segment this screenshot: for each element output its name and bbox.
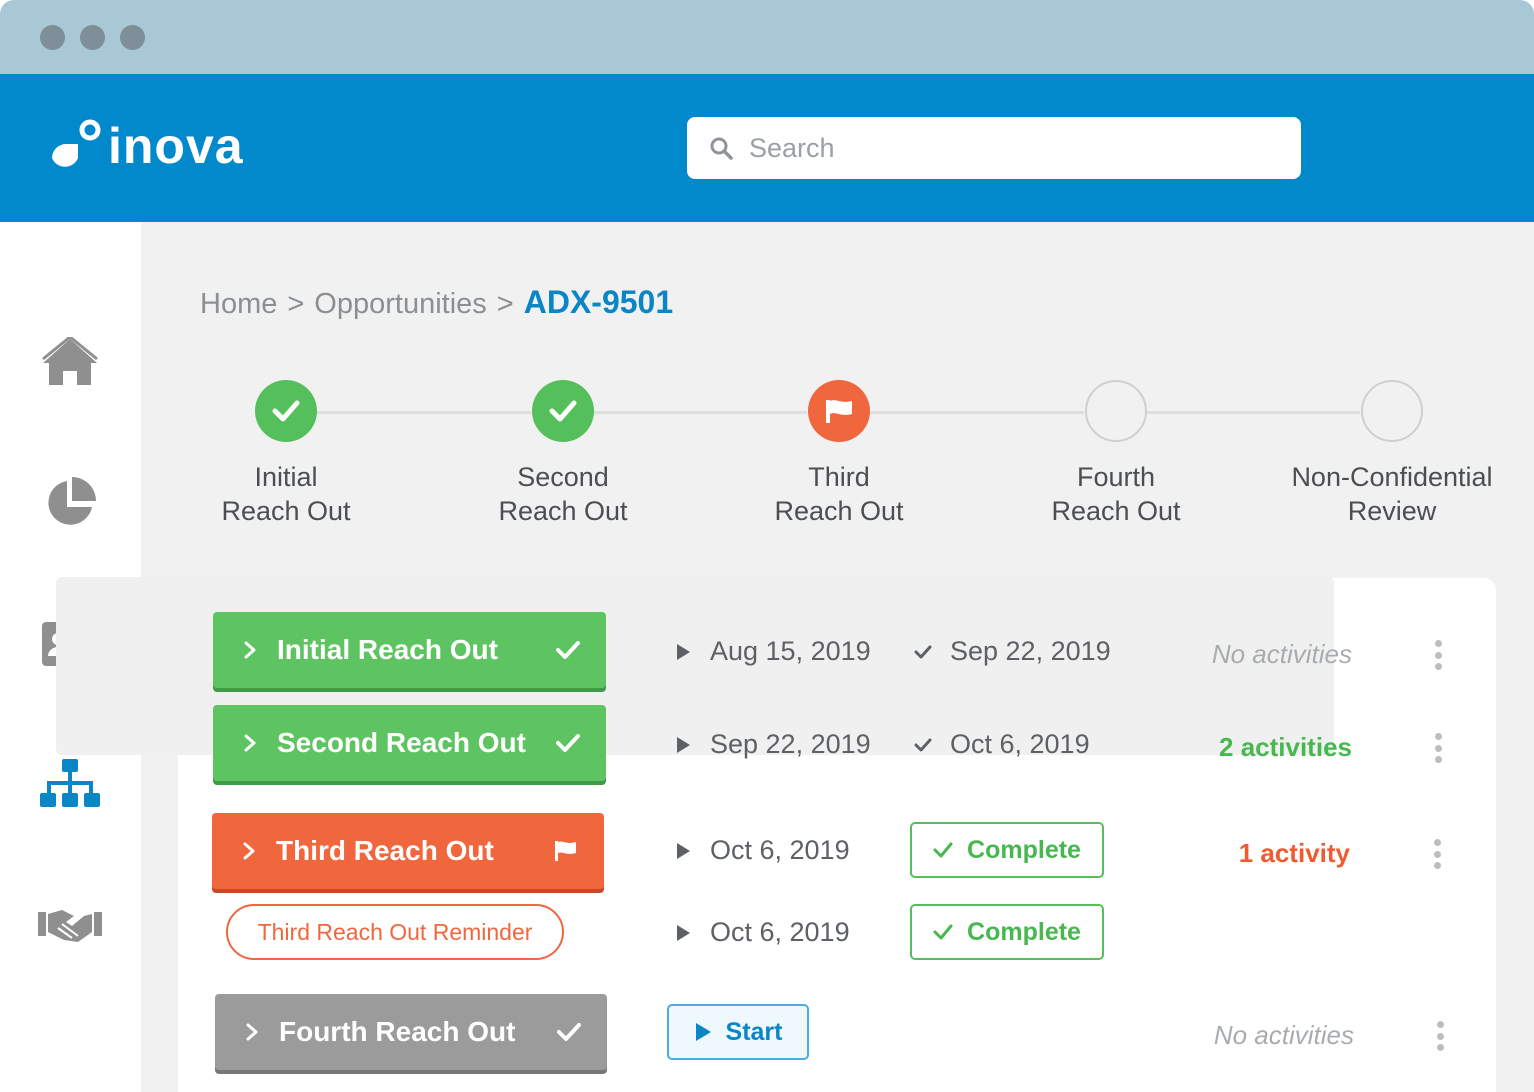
start-date: Aug 15, 2019 xyxy=(672,636,871,667)
start-date: Oct 6, 2019 xyxy=(672,917,850,948)
app-header: inova xyxy=(0,74,1534,222)
window-dot xyxy=(40,25,65,50)
step-label: Non-Confidential Review xyxy=(1291,462,1493,526)
play-icon xyxy=(672,736,694,754)
play-icon xyxy=(672,643,694,661)
step-initial-reach-out[interactable]: Initial Reach Out xyxy=(146,380,426,528)
org-chart-icon xyxy=(40,759,100,807)
activity-count[interactable]: 1 activity xyxy=(1130,838,1350,869)
stage-initial-reach-out-button[interactable]: Initial Reach Out xyxy=(213,612,606,688)
flag-icon xyxy=(826,400,852,423)
check-icon xyxy=(549,400,577,422)
step-label: Fourth Reach Out xyxy=(1051,462,1181,526)
play-icon xyxy=(694,1022,712,1042)
handshake-icon xyxy=(38,910,102,942)
step-status-done xyxy=(255,380,317,442)
activity-count[interactable]: No activities xyxy=(1134,1020,1354,1051)
logo-text: inova xyxy=(108,118,244,174)
more-options-icon[interactable] xyxy=(1428,733,1448,763)
step-status-active xyxy=(808,380,870,442)
window-dot xyxy=(80,25,105,50)
start-date: Sep 22, 2019 xyxy=(672,729,871,760)
step-label: Third Reach Out xyxy=(774,462,904,526)
reminder-pill[interactable]: Third Reach Out Reminder xyxy=(226,904,564,960)
more-options-icon[interactable] xyxy=(1427,839,1447,869)
search-box[interactable] xyxy=(687,117,1301,179)
browser-chrome xyxy=(0,0,1534,74)
end-date: Sep 22, 2019 xyxy=(912,636,1111,667)
check-icon xyxy=(912,738,934,752)
check-icon xyxy=(933,924,953,940)
step-status-pending xyxy=(1361,380,1423,442)
check-icon xyxy=(933,842,953,858)
sidebar-item-organization[interactable] xyxy=(38,756,102,812)
chevron-right-icon xyxy=(245,1022,259,1042)
check-icon xyxy=(556,612,580,688)
search-input[interactable] xyxy=(749,132,1269,164)
stage-label: Second Reach Out xyxy=(277,727,526,758)
step-status-done xyxy=(532,380,594,442)
stage-third-reach-out-button[interactable]: Third Reach Out xyxy=(212,813,604,889)
complete-button[interactable]: Complete xyxy=(910,904,1104,960)
stage-label: Initial Reach Out xyxy=(277,634,498,665)
activity-count[interactable]: 2 activities xyxy=(1132,732,1352,763)
breadcrumb-opportunities[interactable]: Opportunities xyxy=(314,288,487,320)
logo-mark-icon xyxy=(52,119,101,167)
check-icon xyxy=(912,645,934,659)
check-icon xyxy=(557,994,581,1070)
stage-second-reach-out-button[interactable]: Second Reach Out xyxy=(213,705,606,781)
breadcrumb: Home > Opportunities > ADX-9501 xyxy=(200,284,673,321)
start-button[interactable]: Start xyxy=(667,1004,809,1060)
sidebar-item-partners[interactable] xyxy=(38,896,102,952)
end-date: Oct 6, 2019 xyxy=(912,729,1090,760)
check-icon xyxy=(556,705,580,781)
more-options-icon[interactable] xyxy=(1430,1021,1450,1051)
step-status-pending xyxy=(1085,380,1147,442)
start-date: Oct 6, 2019 xyxy=(672,835,850,866)
stage-label: Third Reach Out xyxy=(276,835,494,866)
breadcrumb-separator: > xyxy=(496,288,514,320)
pie-chart-icon xyxy=(48,477,96,525)
step-third-reach-out[interactable]: Third Reach Out xyxy=(699,380,979,528)
home-icon xyxy=(42,337,98,385)
sidebar-item-reports[interactable] xyxy=(38,475,102,531)
flag-icon xyxy=(554,813,578,889)
step-label: Initial Reach Out xyxy=(221,462,351,526)
breadcrumb-home[interactable]: Home xyxy=(200,288,277,320)
window-dot xyxy=(120,25,145,50)
sidebar-item-home[interactable] xyxy=(38,334,102,390)
stage-fourth-reach-out-button[interactable]: Fourth Reach Out xyxy=(215,994,607,1070)
search-icon xyxy=(710,137,733,160)
chevron-right-icon xyxy=(243,733,257,753)
chevron-right-icon xyxy=(242,841,256,861)
step-second-reach-out[interactable]: Second Reach Out xyxy=(423,380,703,528)
stage-label: Fourth Reach Out xyxy=(279,1016,516,1047)
breadcrumb-current: ADX-9501 xyxy=(523,284,674,320)
app-logo[interactable]: inova xyxy=(48,114,244,178)
step-fourth-reach-out[interactable]: Fourth Reach Out xyxy=(976,380,1256,528)
step-non-confidential-review[interactable]: Non-Confidential Review xyxy=(1252,380,1532,528)
more-options-icon[interactable] xyxy=(1428,640,1448,670)
play-icon xyxy=(672,842,694,860)
complete-button[interactable]: Complete xyxy=(910,822,1104,878)
breadcrumb-separator: > xyxy=(287,288,305,320)
activity-count[interactable]: No activities xyxy=(1132,639,1352,670)
chevron-right-icon xyxy=(243,640,257,660)
step-label: Second Reach Out xyxy=(498,462,628,526)
check-icon xyxy=(272,400,300,422)
play-icon xyxy=(672,924,694,942)
